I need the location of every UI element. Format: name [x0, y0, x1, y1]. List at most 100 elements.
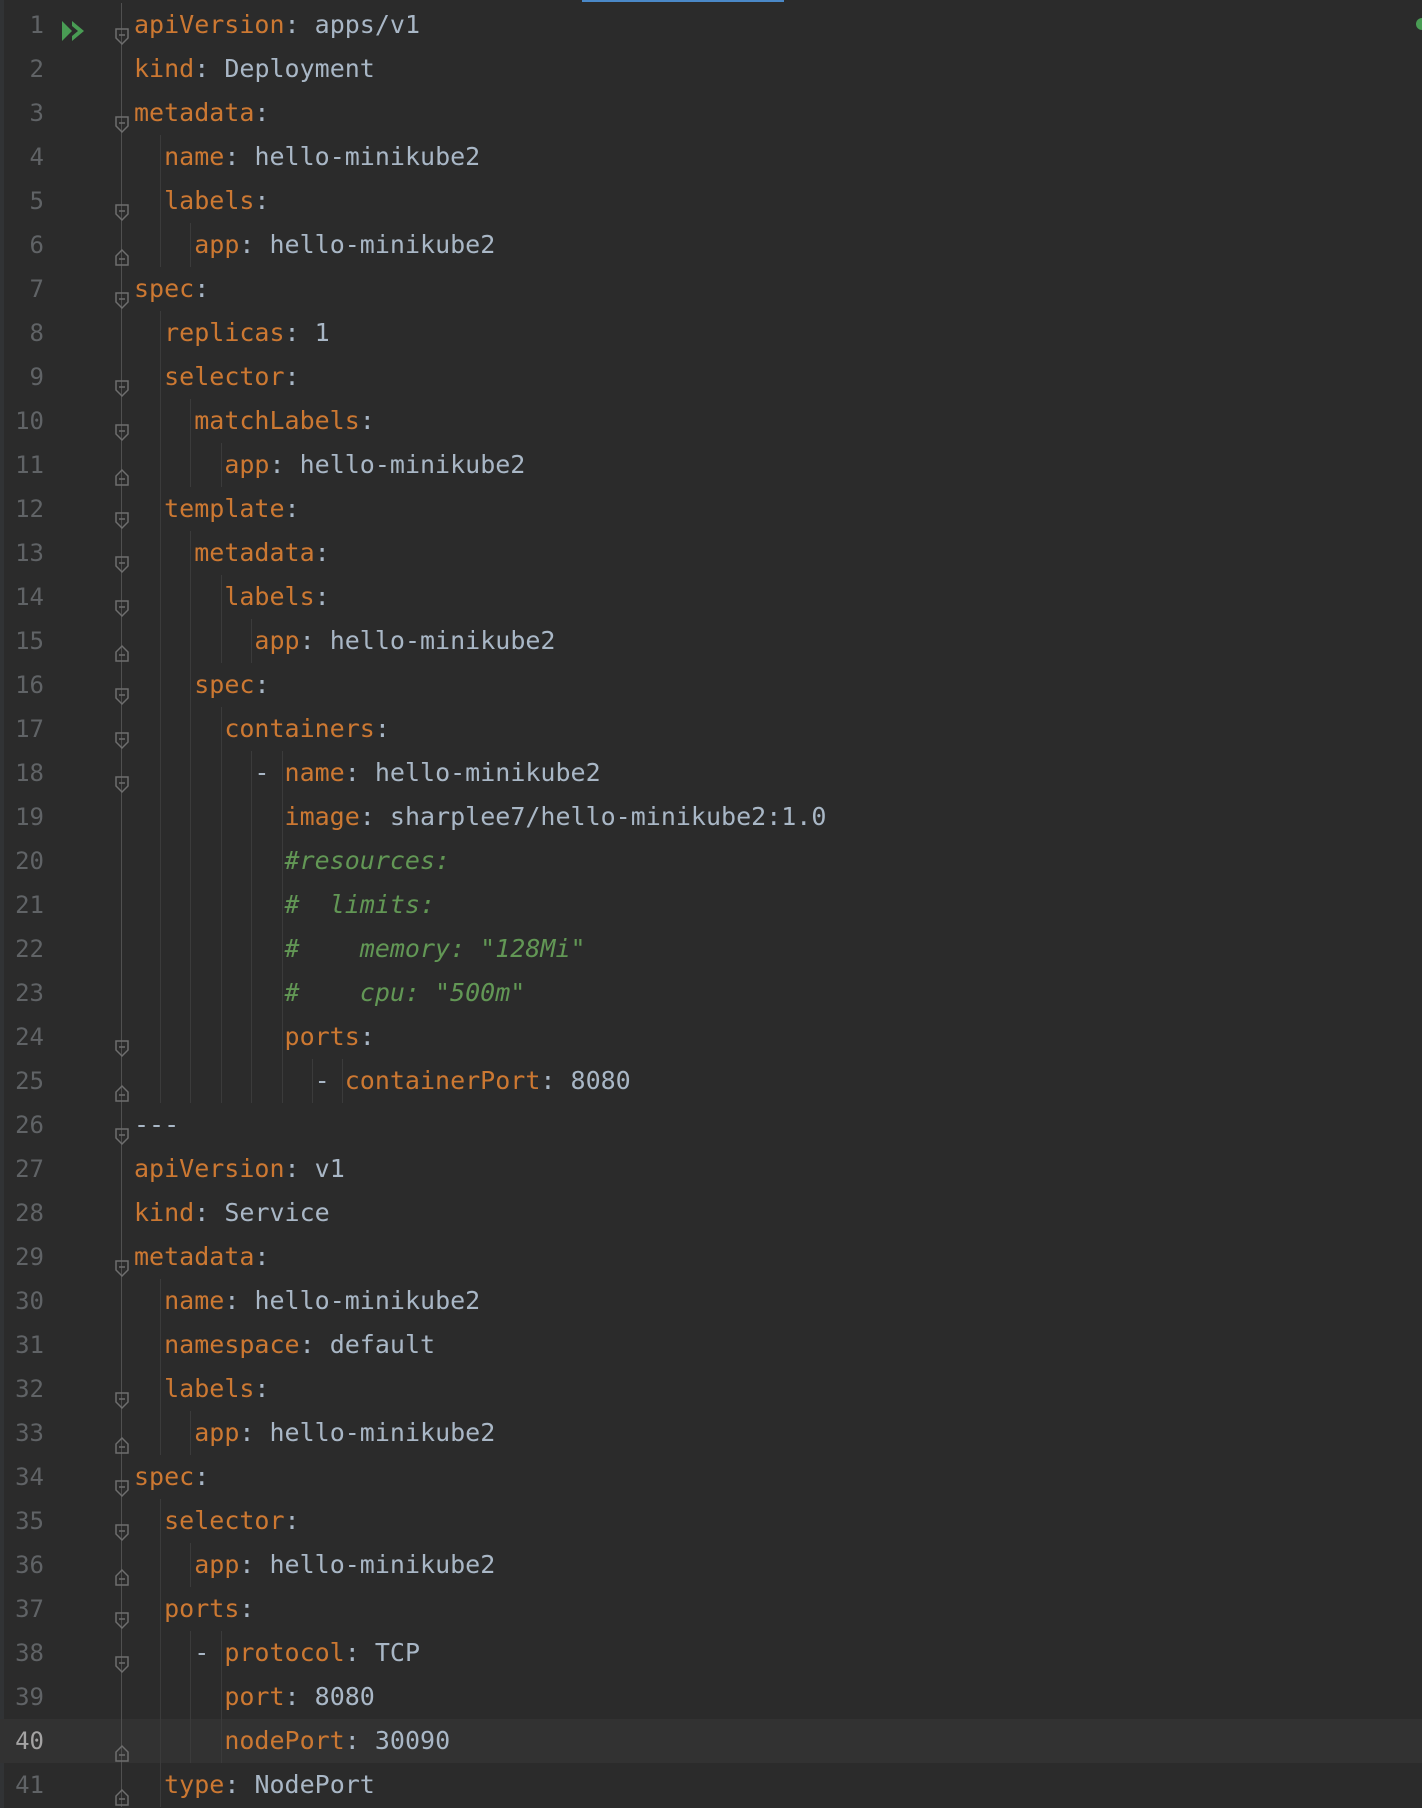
code-text[interactable]: image: sharplee7/hello-minikube2:1.0 — [134, 795, 827, 839]
code-text[interactable]: --- — [134, 1103, 179, 1147]
code-line[interactable]: 8 replicas: 1 — [0, 311, 1422, 355]
code-line[interactable]: 41 type: NodePort — [0, 1763, 1422, 1807]
code-text[interactable]: type: NodePort — [134, 1763, 375, 1807]
code-text[interactable]: app: hello-minikube2 — [134, 1411, 495, 1455]
code-text[interactable]: metadata: — [134, 91, 269, 135]
code-line[interactable]: 33 app: hello-minikube2 — [0, 1411, 1422, 1455]
code-text[interactable]: replicas: 1 — [134, 311, 330, 355]
code-line[interactable]: 28 kind: Service — [0, 1191, 1422, 1235]
code-line[interactable]: 23 # cpu: "500m" — [0, 971, 1422, 1015]
code-editor[interactable]: 1 apiVersion: apps/v1 2 kind: Deployment 3 me… — [0, 0, 1422, 1808]
fold-open-icon[interactable] — [114, 1468, 130, 1498]
fold-open-icon[interactable] — [114, 676, 130, 706]
code-text[interactable]: namespace: default — [134, 1323, 435, 1367]
code-text[interactable]: nodePort: 30090 — [134, 1719, 450, 1763]
fold-open-icon[interactable] — [114, 104, 130, 134]
run-icon[interactable] — [60, 13, 88, 41]
code-text[interactable]: - protocol: TCP — [134, 1631, 420, 1675]
code-text[interactable]: # memory: "128Mi" — [134, 927, 586, 971]
fold-close-icon[interactable] — [114, 1732, 130, 1762]
fold-close-icon[interactable] — [114, 236, 130, 266]
fold-open-icon[interactable] — [114, 764, 130, 794]
fold-open-icon[interactable] — [114, 720, 130, 750]
fold-close-icon[interactable] — [114, 456, 130, 486]
code-line[interactable]: 37 ports: — [0, 1587, 1422, 1631]
code-line[interactable]: 7 spec: — [0, 267, 1422, 311]
code-line[interactable]: 20 #resources: — [0, 839, 1422, 883]
code-text[interactable]: name: hello-minikube2 — [134, 1279, 480, 1323]
code-line[interactable]: 21 # limits: — [0, 883, 1422, 927]
code-text[interactable]: - name: hello-minikube2 — [134, 751, 600, 795]
code-line[interactable]: 16 spec: — [0, 663, 1422, 707]
code-line[interactable]: 9 selector: — [0, 355, 1422, 399]
code-text[interactable]: spec: — [134, 663, 269, 707]
fold-open-icon[interactable] — [114, 1644, 130, 1674]
code-text[interactable]: port: 8080 — [134, 1675, 375, 1719]
code-text[interactable]: metadata: — [134, 531, 329, 575]
code-line[interactable]: 29 metadata: — [0, 1235, 1422, 1279]
fold-open-icon[interactable] — [114, 280, 130, 310]
code-line[interactable]: 6 app: hello-minikube2 — [0, 223, 1422, 267]
code-text[interactable]: spec: — [134, 1455, 209, 1499]
code-line[interactable]: 10 matchLabels: — [0, 399, 1422, 443]
fold-open-icon[interactable] — [114, 1600, 130, 1630]
code-line[interactable]: 26 --- — [0, 1103, 1422, 1147]
code-text[interactable]: ports: — [134, 1587, 254, 1631]
code-text[interactable]: metadata: — [134, 1235, 269, 1279]
fold-close-icon[interactable] — [114, 1776, 130, 1806]
code-text[interactable]: kind: Service — [134, 1191, 330, 1235]
fold-close-icon[interactable] — [114, 632, 130, 662]
code-line[interactable]: 39 port: 8080 — [0, 1675, 1422, 1719]
code-line[interactable]: 12 template: — [0, 487, 1422, 531]
code-line[interactable]: 5 labels: — [0, 179, 1422, 223]
code-line[interactable]: 13 metadata: — [0, 531, 1422, 575]
code-text[interactable]: app: hello-minikube2 — [134, 1543, 495, 1587]
code-text[interactable]: labels: — [134, 179, 269, 223]
code-text[interactable]: # limits: — [134, 883, 436, 927]
code-text[interactable]: kind: Deployment — [134, 47, 375, 91]
code-line[interactable]: 35 selector: — [0, 1499, 1422, 1543]
code-line[interactable]: 34 spec: — [0, 1455, 1422, 1499]
code-line[interactable]: 27 apiVersion: v1 — [0, 1147, 1422, 1191]
code-text[interactable]: selector: — [134, 1499, 299, 1543]
code-line[interactable]: 4 name: hello-minikube2 — [0, 135, 1422, 179]
code-text[interactable]: template: — [134, 487, 299, 531]
code-line[interactable]: 24 ports: — [0, 1015, 1422, 1059]
code-line[interactable]: 1 apiVersion: apps/v1 — [0, 3, 1422, 47]
code-text[interactable]: # cpu: "500m" — [134, 971, 526, 1015]
fold-open-icon[interactable] — [114, 16, 130, 46]
code-line[interactable]: 36 app: hello-minikube2 — [0, 1543, 1422, 1587]
code-text[interactable]: app: hello-minikube2 — [134, 223, 495, 267]
code-line[interactable]: 18 - name: hello-minikube2 — [0, 751, 1422, 795]
fold-open-icon[interactable] — [114, 1028, 130, 1058]
fold-open-icon[interactable] — [114, 412, 130, 442]
fold-open-icon[interactable] — [114, 500, 130, 530]
code-text[interactable]: spec: — [134, 267, 209, 311]
code-line[interactable]: 32 labels: — [0, 1367, 1422, 1411]
code-text[interactable]: matchLabels: — [134, 399, 375, 443]
code-text[interactable]: selector: — [134, 355, 299, 399]
code-text[interactable]: apiVersion: v1 — [134, 1147, 345, 1191]
code-line[interactable]: 22 # memory: "128Mi" — [0, 927, 1422, 971]
fold-open-icon[interactable] — [114, 1380, 130, 1410]
fold-close-icon[interactable] — [114, 1424, 130, 1454]
code-line[interactable]: 3 metadata: — [0, 91, 1422, 135]
code-text[interactable]: apiVersion: apps/v1 — [134, 3, 420, 47]
fold-close-icon[interactable] — [114, 1556, 130, 1586]
code-line[interactable]: 14 labels: — [0, 575, 1422, 619]
code-text[interactable]: containers: — [134, 707, 390, 751]
code-line[interactable]: 2 kind: Deployment — [0, 47, 1422, 91]
code-line[interactable]: 17 containers: — [0, 707, 1422, 751]
code-line[interactable]: 38 - protocol: TCP — [0, 1631, 1422, 1675]
code-text[interactable]: app: hello-minikube2 — [134, 619, 555, 663]
code-line[interactable]: 15 app: hello-minikube2 — [0, 619, 1422, 663]
code-line[interactable]: 25 - containerPort: 8080 — [0, 1059, 1422, 1103]
code-text[interactable]: name: hello-minikube2 — [134, 135, 480, 179]
fold-open-icon[interactable] — [114, 1248, 130, 1278]
code-line[interactable]: 40 nodePort: 30090 — [0, 1719, 1422, 1763]
fold-open-icon[interactable] — [114, 1116, 130, 1146]
code-text[interactable]: - containerPort: 8080 — [134, 1059, 631, 1103]
code-text[interactable]: labels: — [134, 1367, 269, 1411]
code-line[interactable]: 30 name: hello-minikube2 — [0, 1279, 1422, 1323]
fold-open-icon[interactable] — [114, 368, 130, 398]
